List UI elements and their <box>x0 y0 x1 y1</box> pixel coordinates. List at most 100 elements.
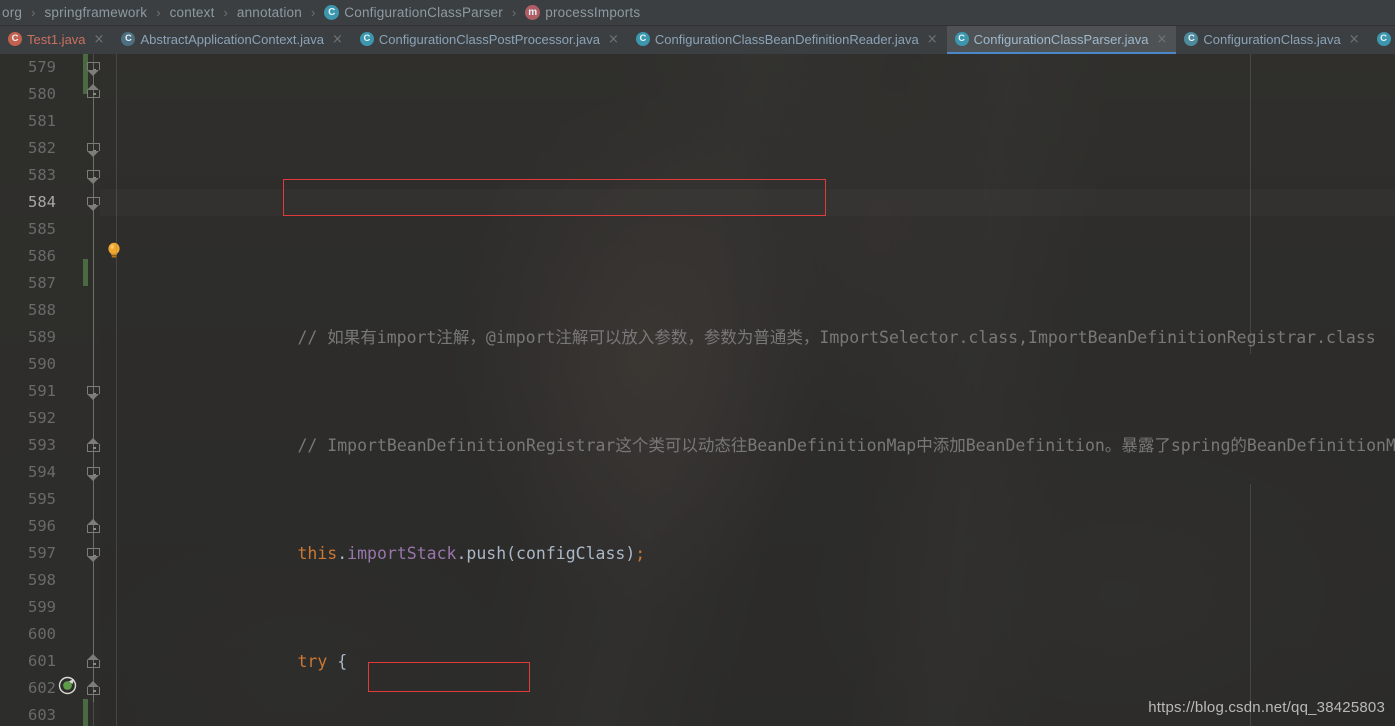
breadcrumb-separator: › <box>156 5 161 20</box>
tab-label: ConfigurationClassParser.java <box>973 31 1149 47</box>
fold-marker[interactable] <box>87 84 100 98</box>
fold-marker[interactable] <box>87 143 100 157</box>
line-number-current: 584 <box>28 193 56 211</box>
breadcrumb-separator: › <box>310 5 316 20</box>
breadcrumb-separator: › <box>511 5 517 20</box>
class-icon: C <box>359 32 374 46</box>
class-icon: C <box>324 5 340 20</box>
breadcrumb-item-context[interactable]: context <box>168 5 217 20</box>
close-icon[interactable]: × <box>927 33 938 46</box>
tab-label: ConfigurationClassBeanDefinitionReader.j… <box>654 31 919 47</box>
breadcrumb: org › springframework › context › annota… <box>0 0 1395 26</box>
code-token-punct: ; <box>635 544 646 563</box>
line-number: 596 <box>28 517 56 535</box>
annotation-box-if-statement <box>283 179 826 216</box>
line-number: 582 <box>28 139 56 157</box>
editor-tab-bar: C Test1.java × C AbstractApplicationCont… <box>0 26 1395 54</box>
line-number: 602 <box>28 679 56 697</box>
breadcrumb-label: context <box>169 5 215 20</box>
editor-gutter[interactable]: 579 580 581 582 583 584 585 586 587 588 … <box>0 54 120 726</box>
breadcrumb-item-method[interactable]: m processImports <box>523 5 642 20</box>
fold-marker[interactable] <box>87 62 100 76</box>
line-number: 585 <box>28 220 56 238</box>
code-line[interactable]: try { <box>100 621 1395 671</box>
code-token-comment: // 如果有import注解，@import注解可以放入参数，参数为普通类，Im… <box>297 328 1376 347</box>
fold-marker[interactable] <box>87 681 100 695</box>
line-number: 597 <box>28 544 56 562</box>
tab-label: ConfigurationClassPostProcessor.java <box>378 31 601 47</box>
tab-test1-java[interactable]: C Test1.java × <box>0 26 113 54</box>
breadcrumb-item-springframework[interactable]: springframework <box>42 5 149 20</box>
method-icon: m <box>525 5 541 20</box>
vcs-change-marker[interactable] <box>83 699 88 726</box>
code-token-comment: // ImportBeanDefinitionRegistrar这个类可以动态往… <box>297 436 1395 455</box>
tab-label: Test1.java <box>27 31 86 47</box>
line-number: 588 <box>28 301 56 319</box>
close-icon[interactable]: × <box>94 33 105 46</box>
line-number: 603 <box>28 706 56 724</box>
breadcrumb-label: processImports <box>545 5 641 20</box>
line-number: 601 <box>28 652 56 670</box>
close-icon[interactable]: × <box>332 33 343 46</box>
line-number: 600 <box>28 625 56 643</box>
line-number: 587 <box>28 274 56 292</box>
close-icon[interactable]: × <box>1156 33 1167 46</box>
fold-marker[interactable] <box>87 197 100 211</box>
line-number: 589 <box>28 328 56 346</box>
breadcrumb-separator: › <box>223 5 228 20</box>
line-number: 583 <box>28 166 56 184</box>
code-token: { <box>327 652 348 671</box>
line-number: 595 <box>28 490 56 508</box>
code-line[interactable]: // ImportBeanDefinitionRegistrar这个类可以动态往… <box>100 405 1395 455</box>
fold-rail <box>93 62 94 182</box>
annotation-box-process-imports <box>368 662 530 692</box>
line-number: 581 <box>28 112 56 130</box>
tab-configurationclassparser-java[interactable]: C ConfigurationClassParser.java × <box>946 26 1177 54</box>
vcs-change-marker[interactable] <box>83 259 88 286</box>
code-line[interactable]: this.importStack.push(configClass); <box>100 513 1395 563</box>
breadcrumb-item-org[interactable]: org <box>0 5 24 20</box>
line-number: 590 <box>28 355 56 373</box>
breadcrumb-label: springframework <box>44 5 148 20</box>
watermark: https://blog.csdn.net/qq_38425803 <box>1148 699 1385 716</box>
breadcrumb-label: annotation <box>236 5 302 20</box>
fold-marker[interactable] <box>87 654 100 668</box>
class-icon: C <box>635 32 650 46</box>
code-token-field: importStack <box>347 544 457 563</box>
tab-configurationclasspostprocessor-java[interactable]: C ConfigurationClassPostProcessor.java × <box>352 26 628 54</box>
fold-marker[interactable] <box>87 548 100 562</box>
breadcrumb-label: org <box>2 5 23 20</box>
line-number: 591 <box>28 382 56 400</box>
fold-marker[interactable] <box>87 467 100 481</box>
recursive-call-icon[interactable] <box>58 676 77 695</box>
line-number: 579 <box>28 58 56 76</box>
class-icon: C <box>954 32 969 46</box>
class-icon: C <box>1376 32 1391 46</box>
breadcrumb-item-annotation[interactable]: annotation <box>235 5 304 20</box>
class-icon: C <box>8 32 22 46</box>
line-number: 592 <box>28 409 56 427</box>
close-icon[interactable]: × <box>608 33 619 46</box>
class-icon: C <box>121 32 136 46</box>
code-content[interactable]: // 如果有import注解，@import注解可以放入参数，参数为普通类，Im… <box>100 54 1395 726</box>
breadcrumb-item-class[interactable]: C ConfigurationClassParser <box>322 5 505 20</box>
line-number: 586 <box>28 247 56 265</box>
code-editor[interactable]: 579 580 581 582 583 584 585 586 587 588 … <box>0 54 1395 726</box>
fold-marker[interactable] <box>87 519 100 533</box>
line-number: 593 <box>28 436 56 454</box>
code-line[interactable]: // 如果有import注解，@import注解可以放入参数，参数为普通类，Im… <box>100 297 1395 347</box>
code-token-keyword: try <box>297 652 328 671</box>
fold-marker[interactable] <box>87 438 100 452</box>
fold-marker[interactable] <box>87 170 100 184</box>
tab-configurationclassbeandefinitionreader-java[interactable]: C ConfigurationClassBeanDefinitionReader… <box>628 26 947 54</box>
breadcrumb-label: ConfigurationClassParser <box>344 5 503 20</box>
code-token: . <box>337 544 348 563</box>
tab-configurationclass-java[interactable]: C ConfigurationClass.java × <box>1176 26 1368 54</box>
breadcrumb-separator: › <box>31 5 36 20</box>
tab-myimport[interactable]: C MyImport <box>1369 26 1395 54</box>
close-icon[interactable]: × <box>1349 33 1360 46</box>
fold-marker[interactable] <box>87 386 100 400</box>
code-token-keyword: this <box>297 544 338 563</box>
tab-abstractapplicationcontext-java[interactable]: C AbstractApplicationContext.java × <box>113 26 351 54</box>
line-number: 598 <box>28 571 56 589</box>
